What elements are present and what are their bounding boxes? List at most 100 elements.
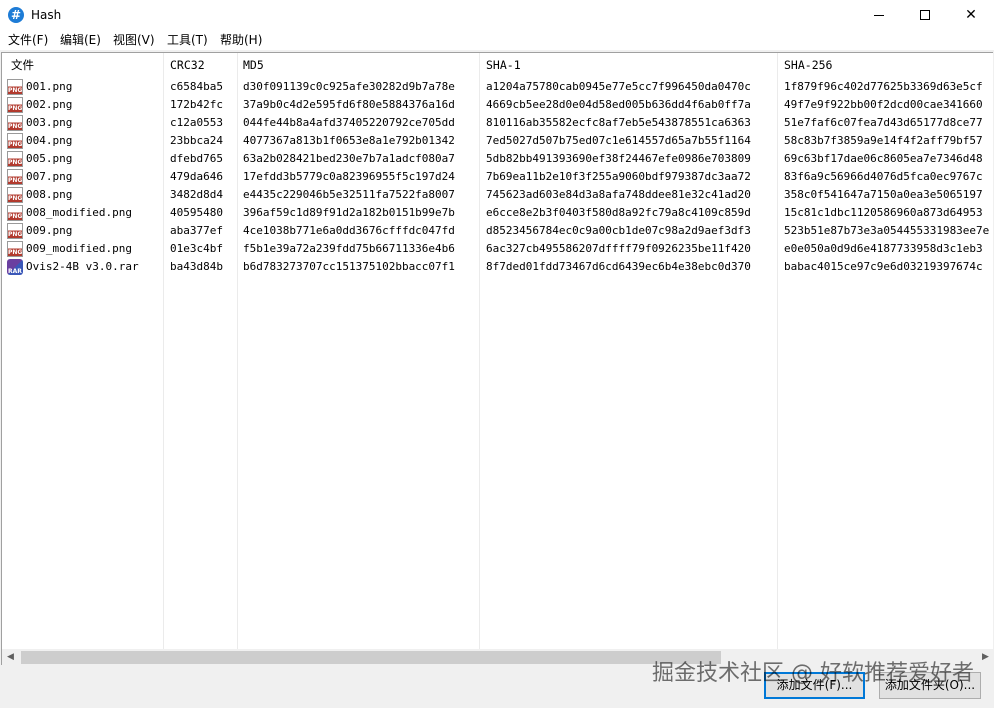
cell-crc32: c6584ba5 — [170, 80, 223, 93]
cell-name: 009_modified.png — [26, 242, 132, 255]
cell-crc32: c12a0553 — [170, 116, 223, 129]
minimize-button[interactable] — [856, 0, 902, 30]
table-row[interactable]: PNG 003.png c12a0553 044fe44b8a4afd37405220… — [2, 114, 993, 132]
scroll-left-arrow-icon[interactable]: ◀ — [2, 649, 19, 665]
cell-crc32: 172b42fc — [170, 98, 223, 111]
menu-file[interactable]: 文件(F) — [8, 32, 48, 49]
png-file-icon: PNG — [7, 169, 23, 185]
cell-name: 004.png — [26, 134, 73, 147]
png-file-icon: PNG — [7, 241, 23, 257]
file-type-label: PNG — [8, 213, 23, 220]
cell-crc32: 23bbca24 — [170, 134, 223, 147]
menu-help[interactable]: 帮助(H) — [220, 32, 262, 49]
png-file-icon: PNG — [7, 205, 23, 221]
table-row[interactable]: PNG 002.png 172b42fc 37a9b0c4d2e595fd6f80e5… — [2, 96, 993, 114]
menu-bar: 文件(F) 编辑(E) 视图(V) 工具(T) 帮助(H) — [0, 30, 994, 50]
table-row[interactable]: PNG 009.png aba377ef 4ce1038b771e6a0dd3676c… — [2, 222, 993, 240]
table-row[interactable]: PNG 005.png dfebd765 63a2b028421bed230e7b7a… — [2, 150, 993, 168]
cell-crc32: aba377ef — [170, 224, 223, 237]
column-header-file[interactable]: 文件 — [11, 56, 34, 74]
watermark-text: 掘金技术社区 @ 好软推荐爱好者 — [652, 661, 974, 686]
cell-name: 003.png — [26, 116, 73, 129]
scroll-thumb[interactable] — [21, 651, 721, 664]
cell-sha1: 6ac327cb495586207dffff79f0926235be11f420 — [486, 242, 751, 255]
close-icon: ✕ — [965, 7, 977, 23]
table-row[interactable]: RAR Ovis2-4B v3.0.rar ba43d84b b6d783273707… — [2, 258, 993, 276]
hash-list-view[interactable]: 文件 CRC32 MD5 SHA-1 SHA-256 PNG 001.png c65… — [1, 52, 993, 665]
cell-sha256: 69c63bf17dae06c8605ea7e7346d48 — [784, 152, 983, 165]
file-type-label: PNG — [8, 105, 23, 112]
png-file-icon: PNG — [7, 97, 23, 113]
cell-md5: 4ce1038b771e6a0dd3676cfffdc047fd — [243, 224, 455, 237]
cell-sha1: 810116ab35582ecfc8af7eb5e543878551ca6363 — [486, 116, 751, 129]
cell-name: 002.png — [26, 98, 73, 111]
file-type-label: PNG — [8, 249, 23, 256]
cell-sha256: 49f7e9f922bb00f2dcd00cae341660 — [784, 98, 983, 111]
png-file-icon: PNG — [7, 151, 23, 167]
png-file-icon: PNG — [7, 115, 23, 131]
maximize-icon — [920, 10, 930, 20]
table-row[interactable]: PNG 009_modified.png 01e3c4bf f5b1e39a72a23… — [2, 240, 993, 258]
cell-sha256: 523b51e87b73e3a054455331983ee7e — [784, 224, 990, 237]
cell-sha256: babac4015ce97c9e6d03219397674c — [784, 260, 983, 273]
file-type-label: PNG — [8, 195, 23, 202]
file-type-label: PNG — [8, 159, 23, 166]
table-row[interactable]: PNG 008.png 3482d8d4 e4435c229046b5e32511fa… — [2, 186, 993, 204]
close-button[interactable]: ✕ — [948, 0, 994, 30]
cell-sha1: 8f7ded01fdd73467d6cd6439ec6b4e38ebc0d370 — [486, 260, 751, 273]
png-file-icon: PNG — [7, 187, 23, 203]
cell-sha1: a1204a75780cab0945e77e5cc7f996450da0470c — [486, 80, 751, 93]
menu-view[interactable]: 视图(V) — [113, 32, 155, 49]
cell-sha256: 83f6a9c56966d4076d5fca0ec9767c — [784, 170, 983, 183]
table-row[interactable]: PNG 007.png 479da646 17efdd3b5779c0a8239695… — [2, 168, 993, 186]
cell-md5: f5b1e39a72a239fdd75b66711336e4b6 — [243, 242, 455, 255]
cell-sha1: d8523456784ec0c9a00cb1de07c98a2d9aef3df3 — [486, 224, 751, 237]
file-type-label: RAR — [8, 268, 22, 275]
cell-name: 009.png — [26, 224, 73, 237]
cell-sha256: 358c0f541647a7150a0ea3e5065197 — [784, 188, 983, 201]
column-header-sha256[interactable]: SHA-256 — [784, 56, 832, 74]
column-header-md5[interactable]: MD5 — [243, 56, 264, 74]
title-bar: # Hash ✕ — [0, 0, 994, 30]
cell-sha1: 4669cb5ee28d0e04d58ed005b636dd4f6ab0ff7a — [486, 98, 751, 111]
table-row[interactable]: PNG 008_modified.png 40595480 396af59c1d89f… — [2, 204, 993, 222]
cell-name: 007.png — [26, 170, 73, 183]
png-file-icon: PNG — [7, 223, 23, 239]
file-type-label: PNG — [8, 231, 23, 238]
cell-name: 008.png — [26, 188, 73, 201]
maximize-button[interactable] — [902, 0, 948, 30]
cell-md5: 396af59c1d89f91d2a182b0151b99e7b — [243, 206, 455, 219]
cell-sha1: 5db82bb491393690ef38f24467efe0986e703809 — [486, 152, 751, 165]
cell-sha256: 51e7faf6c07fea7d43d65177d8ce77 — [784, 116, 983, 129]
cell-sha256: 1f879f96c402d77625b3369d63e5cf — [784, 80, 983, 93]
window-title: Hash — [31, 8, 62, 22]
menu-tools[interactable]: 工具(T) — [167, 32, 208, 49]
column-header-crc32[interactable]: CRC32 — [170, 56, 205, 74]
cell-sha1: 745623ad603e84d3a8afa748ddee81e32c41ad20 — [486, 188, 751, 201]
cell-md5: 37a9b0c4d2e595fd6f80e5884376a16d — [243, 98, 455, 111]
cell-md5: e4435c229046b5e32511fa7522fa8007 — [243, 188, 455, 201]
cell-crc32: 479da646 — [170, 170, 223, 183]
scroll-right-arrow-icon[interactable]: ▶ — [977, 649, 993, 665]
cell-md5: b6d783273707cc151375102bbacc07f1 — [243, 260, 455, 273]
file-type-label: PNG — [8, 123, 23, 130]
column-header-sha1[interactable]: SHA-1 — [486, 56, 521, 74]
cell-md5: 4077367a813b1f0653e8a1e792b01342 — [243, 134, 455, 147]
cell-name: Ovis2-4B v3.0.rar — [26, 260, 139, 273]
cell-sha1: e6cce8e2b3f0403f580d8a92fc79a8c4109c859d — [486, 206, 751, 219]
table-row[interactable]: PNG 001.png c6584ba5 d30f091139c0c925afe302… — [2, 78, 993, 96]
cell-sha1: 7b69ea11b2e10f3f255a9060bdf979387dc3aa72 — [486, 170, 751, 183]
file-type-label: PNG — [8, 87, 23, 94]
file-type-label: PNG — [8, 177, 23, 184]
cell-crc32: ba43d84b — [170, 260, 223, 273]
table-row[interactable]: PNG 004.png 23bbca24 4077367a813b1f0653e8a1… — [2, 132, 993, 150]
cell-sha1: 7ed5027d507b75ed07c1e614557d65a7b55f1164 — [486, 134, 751, 147]
menu-edit[interactable]: 编辑(E) — [60, 32, 101, 49]
cell-crc32: 01e3c4bf — [170, 242, 223, 255]
cell-crc32: 40595480 — [170, 206, 223, 219]
cell-crc32: dfebd765 — [170, 152, 223, 165]
file-type-label: PNG — [8, 141, 23, 148]
cell-md5: 17efdd3b5779c0a82396955f5c197d24 — [243, 170, 455, 183]
cell-name: 005.png — [26, 152, 73, 165]
png-file-icon: PNG — [7, 133, 23, 149]
